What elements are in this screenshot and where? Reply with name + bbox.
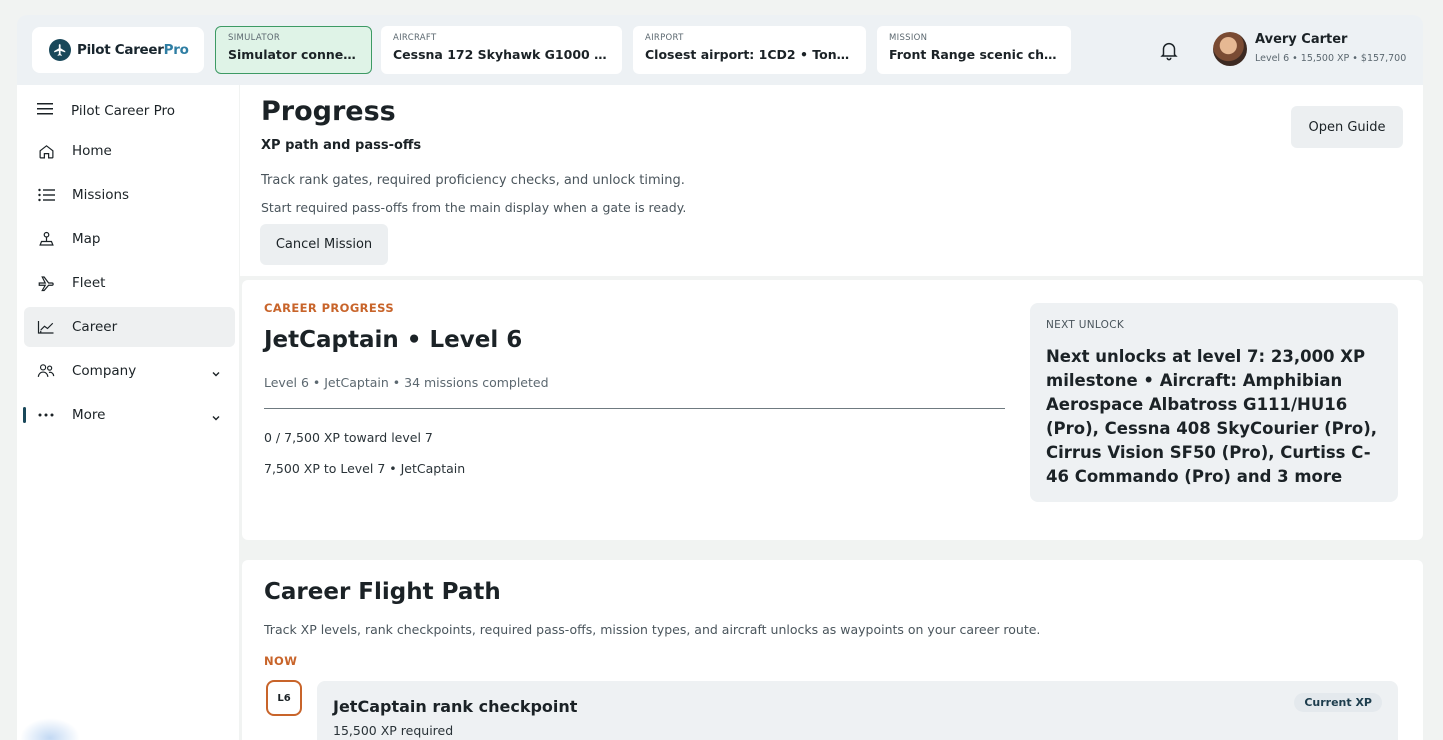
checkpoint-name: JetCaptain rank checkpoint bbox=[333, 697, 578, 716]
page-title: Progress bbox=[261, 96, 396, 127]
sidebar-item-map[interactable]: Map bbox=[24, 219, 235, 259]
user-name: Avery Carter bbox=[1255, 32, 1348, 47]
xp-progress-bar bbox=[264, 408, 1005, 409]
page-description-secondary: Start required pass-offs from the main d… bbox=[261, 200, 687, 215]
top-bar: Pilot CareerPro SIMULATOR Simulator conn… bbox=[17, 15, 1423, 85]
mission-status-value: Front Range scenic charter bbox=[889, 47, 1059, 62]
sidebar-item-more[interactable]: More bbox=[23, 395, 235, 435]
sidebar: Pilot Career Pro Home Missions Map Fleet… bbox=[17, 85, 239, 740]
career-progress-card: CAREER PROGRESS JetCaptain • Level 6 Lev… bbox=[242, 280, 1423, 540]
sidebar-item-career[interactable]: Career bbox=[24, 307, 235, 347]
now-label: NOW bbox=[264, 654, 298, 668]
next-unlock-label: NEXT UNLOCK bbox=[1046, 319, 1125, 331]
chart-icon bbox=[37, 318, 55, 336]
menu-icon[interactable] bbox=[37, 101, 53, 120]
sidebar-header[interactable]: Pilot Career Pro bbox=[37, 101, 175, 120]
simulator-status-card[interactable]: SIMULATOR Simulator connected bbox=[215, 26, 372, 74]
flight-path-title: Career Flight Path bbox=[264, 579, 501, 605]
map-pin-icon bbox=[37, 230, 55, 248]
rank-checkpoint-card[interactable]: JetCaptain rank checkpoint 15,500 XP req… bbox=[317, 681, 1398, 740]
next-unlock-text: Next unlocks at level 7: 23,000 XP miles… bbox=[1046, 347, 1377, 486]
airport-status-value: Closest airport: 1CD2 • Tonga Air... bbox=[645, 47, 854, 62]
more-dots-icon bbox=[37, 406, 55, 424]
career-flight-path-card: Career Flight Path Track XP levels, rank… bbox=[242, 560, 1423, 740]
page-description: Track rank gates, required proficiency c… bbox=[261, 173, 685, 188]
people-icon bbox=[37, 362, 55, 380]
next-level-text: 7,500 XP to Level 7 • JetCaptain bbox=[264, 461, 466, 476]
sidebar-item-label: Home bbox=[72, 143, 112, 159]
sidebar-item-home[interactable]: Home bbox=[24, 131, 235, 171]
chevron-down-icon[interactable] bbox=[211, 364, 221, 383]
aircraft-status-card[interactable]: AIRCRAFT Cessna 172 Skyhawk G1000 • N172… bbox=[381, 26, 622, 74]
page-subtitle: XP path and pass-offs bbox=[261, 138, 422, 153]
flight-path-description: Track XP levels, rank checkpoints, requi… bbox=[264, 622, 1041, 637]
sidebar-item-label: Map bbox=[72, 231, 101, 247]
simulator-status-value: Simulator connected bbox=[228, 47, 359, 62]
airplane-logo-icon bbox=[49, 39, 71, 61]
sidebar-item-fleet[interactable]: Fleet bbox=[24, 263, 235, 303]
user-meta: Level 6 • 15,500 XP • $157,700 bbox=[1255, 53, 1407, 64]
sidebar-item-missions[interactable]: Missions bbox=[24, 175, 235, 215]
aircraft-status-label: AIRCRAFT bbox=[393, 33, 437, 43]
airplane-icon bbox=[37, 274, 55, 292]
sidebar-item-label: Missions bbox=[72, 187, 130, 203]
home-icon bbox=[37, 142, 55, 160]
logo-text: Pilot CareerPro bbox=[77, 42, 189, 58]
airport-status-card[interactable]: AIRPORT Closest airport: 1CD2 • Tonga Ai… bbox=[633, 26, 866, 74]
sidebar-item-company[interactable]: Company bbox=[24, 351, 235, 391]
career-progress-eyebrow: CAREER PROGRESS bbox=[264, 301, 395, 315]
list-icon bbox=[37, 186, 55, 204]
chevron-down-icon[interactable] bbox=[211, 408, 221, 427]
user-avatar[interactable] bbox=[1213, 32, 1247, 66]
current-xp-badge: Current XP bbox=[1294, 693, 1382, 712]
level-waypoint-badge: L6 bbox=[266, 680, 302, 716]
career-rank-title: JetCaptain • Level 6 bbox=[264, 327, 523, 353]
sidebar-item-label: Fleet bbox=[72, 275, 106, 291]
cancel-mission-button[interactable]: Cancel Mission bbox=[260, 224, 388, 265]
checkpoint-requirement: 15,500 XP required bbox=[333, 723, 454, 738]
sidebar-title: Pilot Career Pro bbox=[71, 102, 176, 119]
sidebar-item-label: Career bbox=[72, 319, 118, 335]
sidebar-item-label: More bbox=[72, 407, 106, 423]
open-guide-button[interactable]: Open Guide bbox=[1291, 106, 1403, 148]
active-marker bbox=[23, 407, 26, 423]
xp-progress-text: 0 / 7,500 XP toward level 7 bbox=[264, 430, 433, 445]
mission-status-card[interactable]: MISSION Front Range scenic charter bbox=[877, 26, 1071, 74]
airport-status-label: AIRPORT bbox=[645, 33, 684, 43]
sidebar-item-label: Company bbox=[72, 363, 137, 379]
mission-status-label: MISSION bbox=[889, 33, 928, 43]
career-meta: Level 6 • JetCaptain • 34 missions compl… bbox=[264, 375, 549, 390]
simulator-status-label: SIMULATOR bbox=[228, 33, 281, 43]
progress-header-card: Progress XP path and pass-offs Track ran… bbox=[240, 85, 1423, 276]
main-content: Progress XP path and pass-offs Track ran… bbox=[240, 85, 1423, 740]
notification-bell-icon[interactable] bbox=[1158, 39, 1180, 61]
next-unlock-panel: NEXT UNLOCK Next unlocks at level 7: 23,… bbox=[1030, 303, 1398, 502]
app-logo[interactable]: Pilot CareerPro bbox=[32, 27, 204, 73]
aircraft-status-value: Cessna 172 Skyhawk G1000 • N172... bbox=[393, 47, 610, 62]
